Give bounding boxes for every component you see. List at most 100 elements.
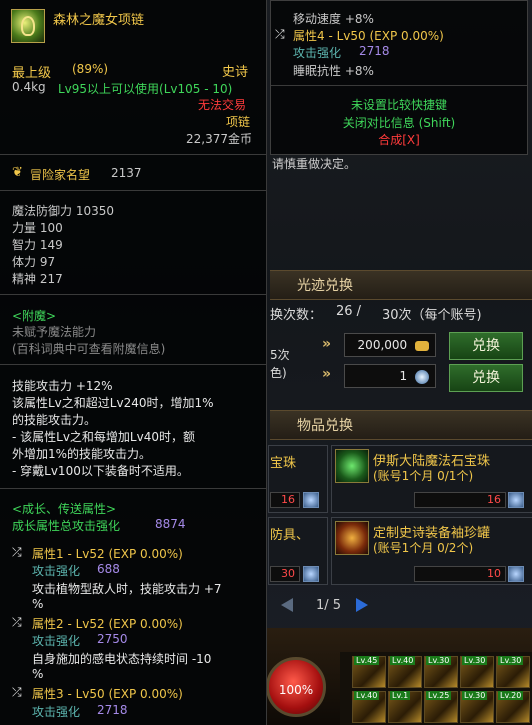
shuffle-icon: ⤮ xyxy=(12,615,22,629)
attribute-header: 属性2 - Lv52 (EXP 0.00%) xyxy=(32,617,183,631)
enchant-line: 未赋予魔法能力 xyxy=(12,325,97,339)
background-text: 请慎重做决定。 xyxy=(272,157,357,171)
attribute-atk-label: 攻击强化 xyxy=(32,705,81,719)
card-quantity: 30 xyxy=(270,566,300,582)
enchant-line: (百科词典中可查看附魔信息) xyxy=(12,342,166,356)
move-speed-line: 移动速度 +8% xyxy=(293,12,374,26)
growth-total-label: 成长属性总攻击强化 xyxy=(12,519,121,533)
card-subtitle: (账号1个月 0/2个) xyxy=(373,541,474,555)
attribute-description: 攻击植物型敌人时，技能攻击力 +7 xyxy=(32,582,222,596)
prev-page-icon[interactable] xyxy=(281,598,293,612)
skill-slot[interactable]: Lv.45 xyxy=(352,656,386,688)
item-name: 森林之魔女项链 xyxy=(53,13,145,28)
skill-level-badge: Lv.30 xyxy=(498,656,524,665)
skill-slot[interactable]: Lv.30 xyxy=(424,656,458,688)
fame-icon: ❦ xyxy=(12,165,23,180)
magic-defense: 魔法防御力 10350 xyxy=(12,204,114,218)
stat-spirit: 精神 217 xyxy=(12,272,63,286)
arrow-icon: » xyxy=(322,336,332,352)
skill-level-badge: Lv.30 xyxy=(426,656,452,665)
compare-toggle-hint: 关闭对比信息 (Shift) xyxy=(342,116,456,130)
growth-total-value: 8874 xyxy=(155,517,186,531)
item-cost-value: 1 xyxy=(399,369,408,383)
attribute-atk-label: 攻击强化 xyxy=(32,634,81,648)
divider xyxy=(0,488,266,489)
growth-title: <成长、传送属性> xyxy=(12,502,117,516)
stat-vitality: 体力 97 xyxy=(12,255,56,269)
divider xyxy=(0,364,266,365)
currency-icon xyxy=(303,492,319,508)
magic-stone-icon xyxy=(335,449,369,483)
currency-icon xyxy=(508,492,524,508)
exchange-count-value: 26 / xyxy=(336,304,362,319)
skill-slot[interactable]: Lv.40 xyxy=(388,656,422,688)
attribute-atk-value: 2718 xyxy=(359,44,390,58)
enchant-title: <附魔> xyxy=(12,309,57,323)
necklace-icon xyxy=(11,9,45,43)
partial-text: 色) xyxy=(270,366,287,380)
compare-hint: 未设置比较快捷键 xyxy=(350,98,447,112)
skill-bar: Lv.45 Lv.40 Lv.30 Lv.30 Lv.30 Lv.40 Lv.1… xyxy=(340,652,532,725)
skill-level-badge: Lv.1 xyxy=(390,691,411,700)
exchange-button[interactable]: 兑换 xyxy=(449,332,523,360)
skill-effect-line: 外增加1%的技能攻击力。 xyxy=(12,447,152,461)
item-price: 22,377金币 xyxy=(186,132,252,146)
hp-orb: 100% xyxy=(266,657,326,717)
skill-slot[interactable]: Lv.30 xyxy=(460,656,494,688)
currency-icon xyxy=(303,566,319,582)
gold-cost-value: 200,000 xyxy=(357,338,408,352)
skill-effect-line: - 穿戴Lv100以下装备时不适用。 xyxy=(12,464,189,478)
attribute-description: % xyxy=(32,597,44,611)
attribute-atk-label: 攻击强化 xyxy=(293,46,342,60)
item-trade-status: 无法交易 xyxy=(198,98,247,112)
arrow-icon: » xyxy=(322,366,332,382)
item-grade: 最上级 xyxy=(12,66,52,81)
attribute-atk-value: 688 xyxy=(97,562,120,576)
item-exchange-title: 物品兑换 xyxy=(297,418,353,434)
item-grade-percent: (89%) xyxy=(72,62,109,76)
card-quantity: 16 xyxy=(414,492,506,508)
skill-slot[interactable]: Lv.20 xyxy=(496,691,530,723)
partial-text: 5次 xyxy=(270,348,290,362)
attribute-header: 属性3 - Lv50 (EXP 0.00%) xyxy=(32,687,183,701)
shuffle-icon: ⤮ xyxy=(12,685,22,699)
skill-level-badge: Lv.25 xyxy=(426,691,452,700)
shuffle-icon: ⤮ xyxy=(275,27,285,41)
skill-level-badge: Lv.45 xyxy=(354,656,380,665)
skill-effect-line: 技能攻击力 +12% xyxy=(12,379,113,393)
stat-intelligence: 智力 149 xyxy=(12,238,63,252)
card-quantity: 10 xyxy=(414,566,506,582)
gold-cost-field: 200,000 xyxy=(344,333,436,357)
sleep-resist-line: 睡眠抗性 +8% xyxy=(293,64,374,78)
skill-slot[interactable]: Lv.30 xyxy=(496,656,530,688)
skill-slot[interactable]: Lv.30 xyxy=(460,691,494,723)
synthesize-hint: 合成[X] xyxy=(378,133,420,147)
exchange-count-label: 换次数： xyxy=(270,308,323,323)
light-exchange-title: 光迹兑换 xyxy=(297,278,353,294)
skill-level-badge: Lv.40 xyxy=(354,691,380,700)
skill-effect-line: 该属性Lv之和超过Lv240时，增加1% xyxy=(12,396,214,410)
fame-label: 冒险家名望 xyxy=(30,168,91,182)
attribute-header: 属性1 - Lv52 (EXP 0.00%) xyxy=(32,547,183,561)
epic-pot-icon xyxy=(335,521,369,555)
stat-strength: 力量 100 xyxy=(12,221,63,235)
skill-slot[interactable]: Lv.25 xyxy=(424,691,458,723)
divider xyxy=(0,190,266,191)
light-orb-icon xyxy=(415,369,429,384)
attribute-header: 属性4 - Lv50 (EXP 0.00%) xyxy=(293,29,444,43)
skill-slot[interactable]: Lv.40 xyxy=(352,691,386,723)
exchange-button[interactable]: 兑换 xyxy=(449,364,523,392)
attribute-description: 自身施加的感电状态持续时间 -10 xyxy=(32,652,212,666)
attribute-atk-value: 2750 xyxy=(97,632,128,646)
item-tooltip: 森林之魔女项链 最上级 (89%) 史诗 0.4kg Lv95以上可以使用(Lv… xyxy=(0,0,267,725)
item-cost-field: 1 xyxy=(344,364,436,388)
skill-level-badge: Lv.20 xyxy=(498,691,524,700)
divider xyxy=(0,154,266,155)
attribute-description: % xyxy=(32,667,44,681)
item-weight: 0.4kg xyxy=(12,80,46,94)
gold-coins-icon xyxy=(415,340,429,351)
attribute-atk-value: 2718 xyxy=(97,703,128,717)
next-page-icon[interactable] xyxy=(356,598,368,612)
attribute-atk-label: 攻击强化 xyxy=(32,564,81,578)
skill-slot[interactable]: Lv.1 xyxy=(388,691,422,723)
